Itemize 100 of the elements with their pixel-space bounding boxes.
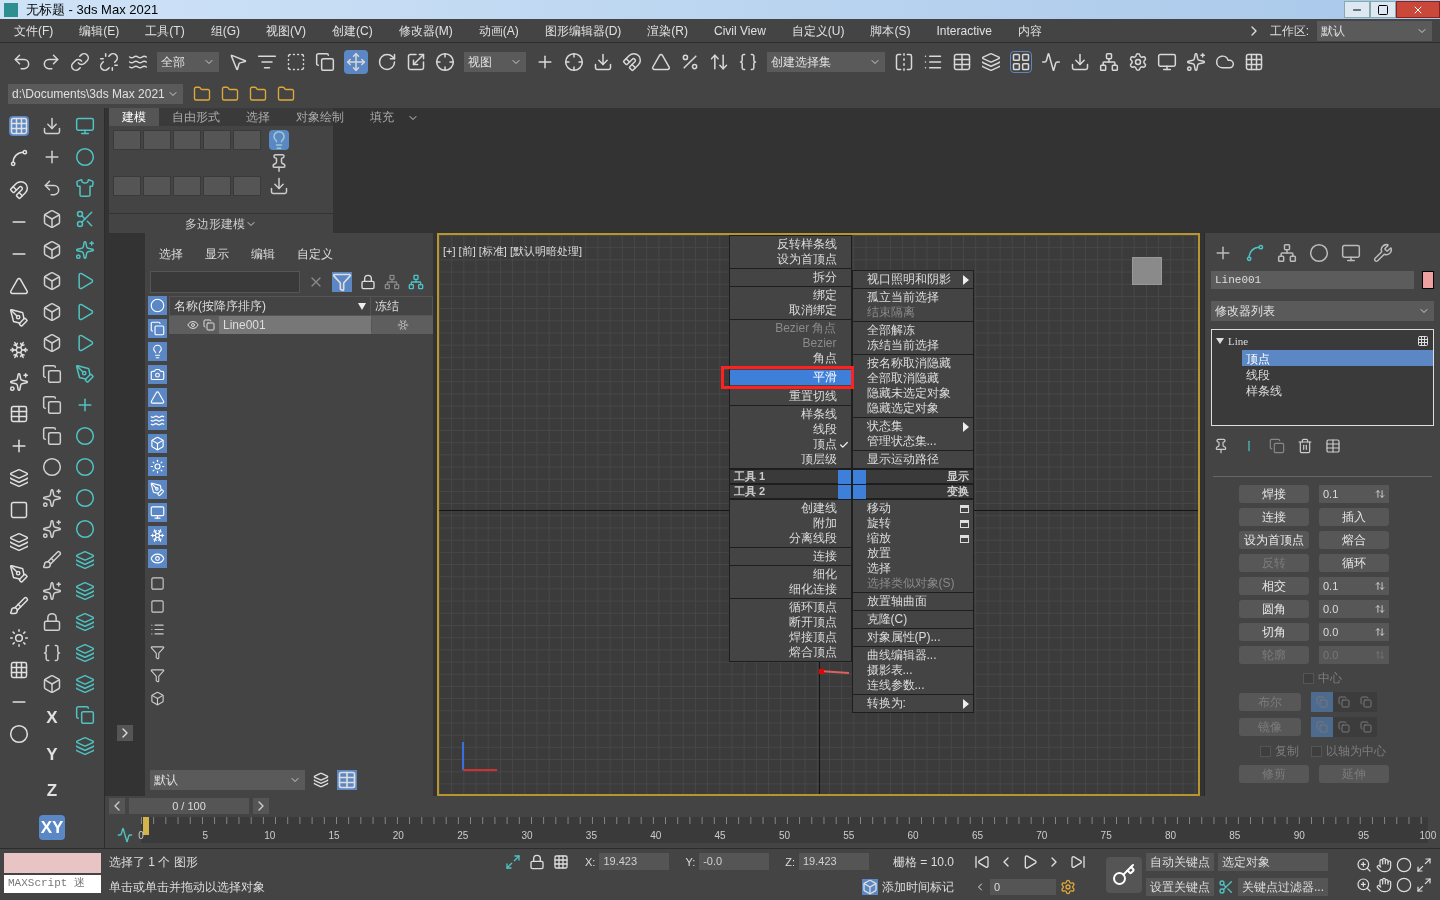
menu-item[interactable]: 对象属性(P)... (852, 630, 973, 645)
menu-item[interactable]: 管理状态集... (852, 434, 973, 449)
menu-item[interactable]: 全部解冻 (852, 323, 973, 338)
navigation-icon[interactable] (1356, 876, 1372, 893)
menu-item[interactable]: 修改器(M) (398, 21, 453, 40)
expand-triangle-icon[interactable] (1216, 338, 1224, 345)
panel-button[interactable]: 熔合 (1319, 531, 1389, 549)
panel-tool-icon[interactable] (42, 209, 62, 229)
layer-dropdown[interactable]: 默认 (150, 770, 305, 790)
number-spinner[interactable]: 0.0 (1319, 600, 1389, 618)
layer-explorer-icon[interactable] (337, 770, 357, 790)
magnet-icon[interactable] (622, 51, 642, 72)
menu-item[interactable]: 设为首顶点 (730, 252, 851, 267)
menu-item[interactable]: 摄影表... (852, 663, 973, 678)
panel-tool-icon[interactable] (42, 488, 62, 508)
panel-tool-icon[interactable] (42, 116, 62, 136)
go-to-start-icon[interactable] (974, 853, 990, 870)
explorer-tab[interactable]: 编辑 (251, 245, 275, 263)
curve-icon[interactable] (1041, 51, 1061, 72)
named-selection-dropdown[interactable]: 创建选择集 (767, 51, 885, 72)
filter-type-icon[interactable] (149, 482, 165, 497)
link-icon[interactable] (70, 51, 90, 72)
menu-item[interactable]: 附加 (730, 516, 851, 531)
panel-tool-icon[interactable] (42, 457, 62, 477)
menu-item[interactable]: 冻结当前选择 (852, 338, 973, 353)
menu-item[interactable]: 反转样条线 (730, 237, 851, 252)
pen-icon[interactable] (8, 564, 29, 584)
menu-item[interactable]: 熔合顶点 (730, 645, 851, 660)
trash-icon[interactable] (1297, 438, 1313, 454)
navigation-icon[interactable] (1356, 856, 1372, 873)
menu-item[interactable]: 隐藏选定对象 (852, 401, 973, 416)
menu-item[interactable]: 断开顶点 (730, 615, 851, 630)
tool-icon[interactable] (75, 612, 96, 632)
move-icon[interactable] (346, 51, 366, 72)
explorer-tab[interactable]: 显示 (205, 245, 229, 263)
panel-tool-icon[interactable] (42, 395, 62, 415)
object-name-field[interactable]: Line001 (1211, 271, 1414, 289)
menu-item[interactable]: 线段 (730, 422, 851, 437)
panel-button[interactable]: 循环 (1319, 554, 1389, 572)
menu-item[interactable]: 内容 (1017, 21, 1042, 40)
stack-item[interactable]: 样条线 (1242, 381, 1433, 398)
menu-item[interactable]: 取消绑定 (730, 303, 851, 318)
panel-tool-icon[interactable] (42, 550, 62, 570)
panel-tool-icon[interactable] (42, 519, 62, 539)
menu-item[interactable]: 视图(V) (266, 21, 306, 40)
navigation-icon[interactable] (1376, 856, 1392, 873)
spinner-arrows-icon[interactable] (1375, 581, 1385, 591)
triangle-icon[interactable] (8, 276, 29, 296)
selection-filter-dropdown[interactable]: 全部 (157, 51, 219, 72)
menu-item[interactable]: 循环顶点 (730, 600, 851, 615)
menu-item[interactable]: 顶点 (730, 437, 851, 452)
panel-tool-icon[interactable] (42, 364, 62, 384)
viewport[interactable] (437, 233, 1200, 796)
menu-item[interactable]: 绑定 (730, 288, 851, 303)
grid-icon[interactable] (8, 116, 29, 136)
quad-handle[interactable] (837, 484, 851, 499)
folder-icon[interactable] (277, 85, 295, 103)
panel-tool-icon[interactable] (42, 178, 62, 198)
folder-icon[interactable] (249, 85, 267, 103)
filter-type-icon[interactable] (149, 459, 165, 474)
crosshair-icon[interactable] (435, 51, 455, 72)
menu-item[interactable]: 转换为: (852, 696, 973, 711)
menu-item[interactable]: 放置 (852, 546, 973, 561)
bulb-icon[interactable] (269, 130, 289, 150)
menu-item[interactable]: 顶层级 (730, 452, 851, 467)
layers-icon[interactable] (8, 468, 29, 488)
coordinate-field[interactable]: -0.0 (699, 853, 770, 871)
stack-item[interactable]: 顶点 (1242, 349, 1433, 366)
menu-item[interactable]: 样条线 (730, 407, 851, 422)
pen-icon[interactable] (8, 308, 29, 328)
quad-handle[interactable] (837, 469, 851, 484)
layout-icon[interactable] (1011, 51, 1031, 72)
tool-icon[interactable] (75, 705, 96, 725)
filter-type-icon[interactable] (149, 551, 165, 566)
menu-item[interactable]: 选择 (852, 561, 973, 576)
number-spinner[interactable]: 0.1 (1319, 577, 1389, 595)
sparkle-icon[interactable] (1186, 51, 1206, 72)
maximize-button[interactable] (1370, 1, 1396, 18)
navigation-icon[interactable] (1416, 856, 1432, 873)
spinner-arrows-icon[interactable] (1375, 489, 1385, 499)
tool-icon[interactable] (75, 333, 96, 353)
quad-handle[interactable] (852, 484, 866, 499)
panel-tool-icon[interactable] (42, 333, 62, 353)
ribbon-tab[interactable]: 建模 (109, 108, 159, 126)
panel-tool-icon[interactable] (42, 240, 62, 260)
menu-item[interactable]: 孤立当前选择 (852, 290, 973, 305)
viewport-label[interactable]: [+] [前] [标准] [默认明暗处理] (443, 243, 583, 260)
filter-type-icon[interactable] (149, 691, 165, 706)
panel-tool-icon[interactable] (42, 643, 62, 663)
scale-icon[interactable] (406, 51, 426, 72)
square-icon[interactable] (8, 500, 29, 520)
curve-editor-icon[interactable] (117, 827, 133, 843)
panel-button[interactable]: 圆角 (1239, 600, 1309, 618)
panel-button[interactable]: 设为首顶点 (1239, 531, 1309, 549)
tool-icon[interactable] (75, 519, 96, 539)
menu-item[interactable]: 创建线 (730, 501, 851, 516)
auto-key-button[interactable]: 自动关键点 (1146, 852, 1214, 871)
coordinate-field[interactable]: 19.423 (599, 853, 670, 871)
magnet-icon[interactable] (8, 180, 29, 200)
menu-item[interactable]: 拆分 (730, 270, 851, 285)
